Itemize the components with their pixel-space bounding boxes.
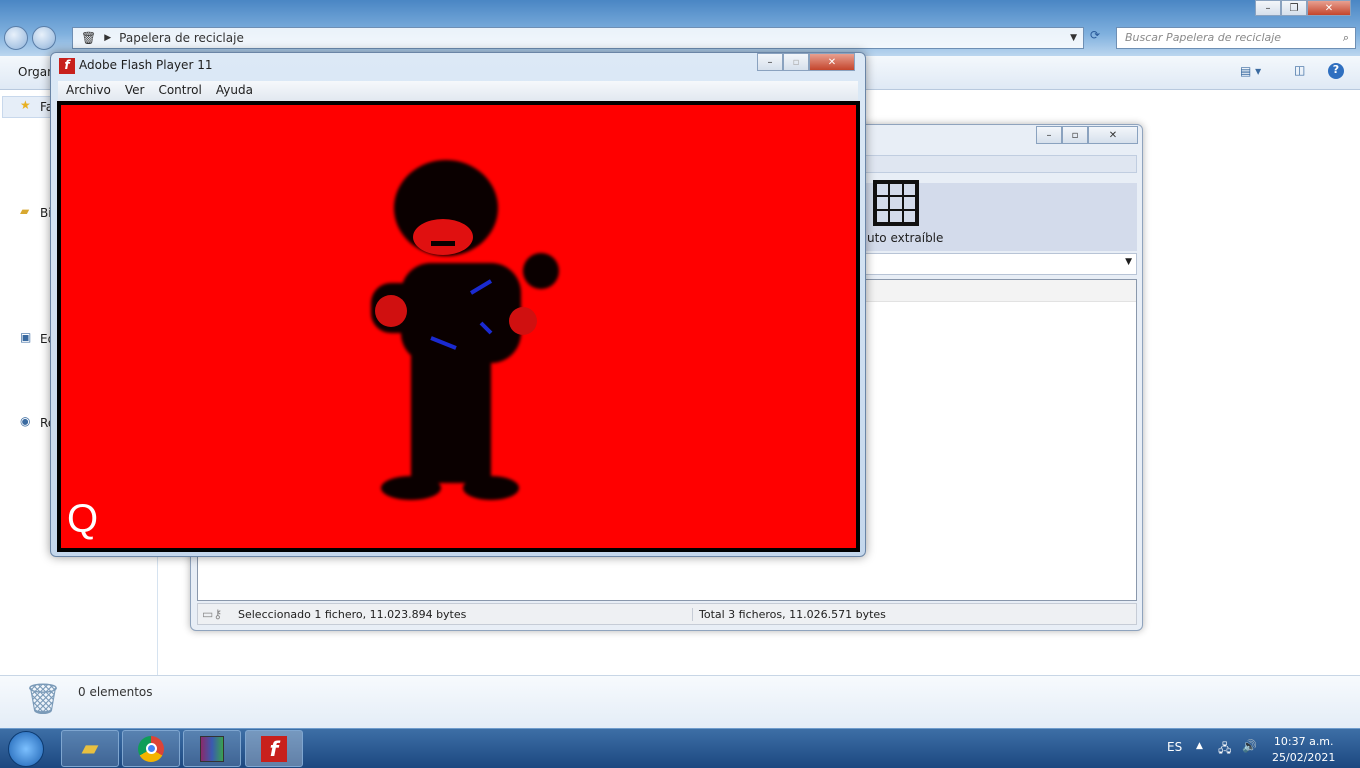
window-title: Adobe Flash Player 11 [79,58,213,72]
close-button[interactable]: ✕ [809,53,855,71]
help-icon[interactable]: ? [1328,63,1344,79]
flash-logo-icon: f [59,58,75,74]
dropdown-icon[interactable]: ▼ [1070,33,1077,43]
network-icon[interactable]: 🖧 [1218,739,1231,760]
close-button[interactable]: ✕ [1307,0,1351,16]
sfx-label: uto extraíble [867,231,944,245]
key-icon: ▭⚷ [202,607,223,621]
maximize-button[interactable]: ❐ [1281,0,1307,16]
search-icon: ⌕ [1342,31,1349,44]
flash-stage[interactable]: Q [57,101,860,552]
recycle-bin-icon: 🗑 [81,31,97,45]
folder-icon: ▰ [20,204,30,218]
close-button[interactable]: ✕ [1088,126,1138,144]
menu-ayuda[interactable]: Ayuda [216,83,253,97]
computer-icon: ▣ [20,330,32,344]
recycle-bin-icon: 🗑 [24,682,63,717]
address-text: Papelera de reciclaje [119,31,244,45]
refresh-icon[interactable]: ⟳ [1090,28,1100,42]
address-bar[interactable]: 🗑 ▶ Papelera de reciclaje ▼ [72,27,1084,49]
flash-menu-bar: Archivo Ver Control Ayuda [58,81,858,101]
clock[interactable]: 10:37 a.m. 25/02/2021 [1272,734,1335,766]
folder-icon: ▰ [81,736,99,761]
taskbar-explorer[interactable]: ▰ [61,730,119,767]
explorer-window-controls: – ❐ ✕ [1255,0,1351,16]
rar-status-bar: ▭⚷ Seleccionado 1 fichero, 11.023.894 by… [197,603,1137,625]
item-count: 0 elementos [78,685,153,699]
character-sprite [371,160,559,500]
maximize-button[interactable]: ▫ [783,53,809,71]
stage-letter: Q [67,497,99,541]
status-total: Total 3 ficheros, 11.026.571 bytes [692,607,886,621]
taskbar-chrome[interactable] [122,730,180,767]
menu-control[interactable]: Control [158,83,201,97]
search-input[interactable]: Buscar Papelera de reciclaje ⌕ [1116,27,1356,49]
network-icon: ◉ [20,414,31,428]
winrar-icon [200,735,224,762]
chrome-icon [138,735,164,762]
dropdown-icon: ▼ [1125,257,1132,267]
menu-archivo[interactable]: Archivo [66,83,111,97]
chevron-right-icon: ▶ [104,33,112,43]
taskbar-flash[interactable]: f [245,730,303,767]
back-button[interactable] [4,26,28,50]
forward-button[interactable] [32,26,56,50]
flash-icon: f [261,735,287,762]
volume-icon[interactable]: 🔊 [1242,739,1257,753]
minimize-button[interactable]: – [1255,0,1281,16]
maximize-button[interactable]: ▫ [1062,126,1088,144]
menu-ver[interactable]: Ver [125,83,145,97]
flash-window-controls: – ▫ ✕ [757,53,855,71]
rar-window-controls: – ▫ ✕ [1036,126,1138,144]
start-button[interactable] [8,731,44,767]
minimize-button[interactable]: – [757,53,783,71]
show-hidden-icons-icon[interactable]: ▲ [1196,741,1203,751]
star-icon: ★ [20,98,31,112]
details-pane: 🗑 0 elementos [0,675,1360,728]
stage-content: Q [61,105,856,548]
flash-player-window: f Adobe Flash Player 11 – ▫ ✕ Archivo Ver… [50,52,866,557]
view-icon[interactable]: ▤ ▾ [1240,64,1261,78]
taskbar-winrar[interactable] [183,730,241,767]
minimize-button[interactable]: – [1036,126,1062,144]
status-selected: Seleccionado 1 fichero, 11.023.894 bytes [238,607,467,621]
preview-pane-icon[interactable]: ◫ [1294,63,1305,77]
language-indicator[interactable]: ES [1167,740,1182,754]
sfx-icon[interactable] [873,180,919,226]
